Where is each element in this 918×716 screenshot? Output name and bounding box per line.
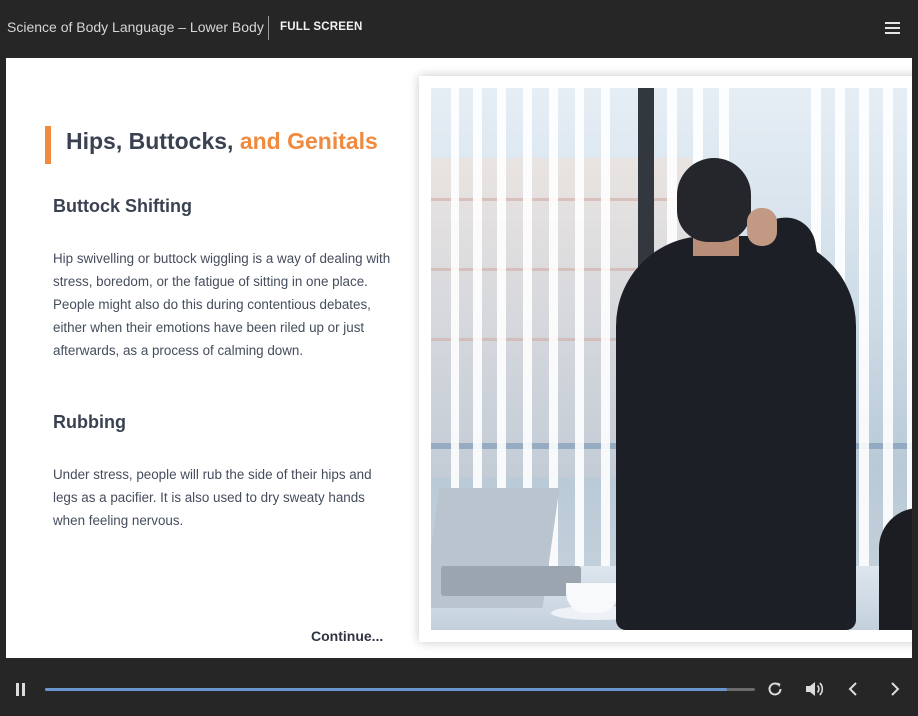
photo-chair <box>879 508 912 630</box>
title-divider <box>268 16 269 40</box>
photo-frame <box>419 76 912 642</box>
chevron-right-icon[interactable] <box>887 680 907 700</box>
section-body-buttock-shifting: Hip swivelling or buttock wiggling is a … <box>53 251 391 358</box>
heading-main: Hips, Buttocks, <box>66 128 240 154</box>
slide-heading: Hips, Buttocks, and Genitals <box>66 128 378 155</box>
section-body-rubbing: Under stress, people will rub the side o… <box>53 467 372 528</box>
continue-link[interactable]: Continue... <box>311 628 383 644</box>
pause-icon[interactable] <box>15 683 27 696</box>
heading-highlight: and Genitals <box>239 128 378 154</box>
fullscreen-button[interactable]: FULL SCREEN <box>280 21 363 33</box>
replay-icon[interactable] <box>766 680 786 700</box>
seek-bar[interactable] <box>45 688 755 691</box>
top-bar: Science of Body Language – Lower Body FU… <box>0 0 918 58</box>
section-title-rubbing: Rubbing <box>53 412 126 432</box>
section-title-buttock-shifting: Buttock Shifting <box>53 196 192 216</box>
heading-accent-bar <box>45 126 51 164</box>
menu-icon[interactable] <box>884 20 902 36</box>
player-controls <box>0 658 918 716</box>
businessman-photo <box>431 88 912 630</box>
chevron-left-icon[interactable] <box>845 680 865 700</box>
seek-progress <box>45 688 727 691</box>
course-title: Science of Body Language – Lower Body <box>7 19 264 35</box>
photo-cup <box>566 583 618 613</box>
slide-content: Hips, Buttocks, and Genitals Buttock Shi… <box>6 58 912 658</box>
photo-man <box>616 236 856 630</box>
volume-icon[interactable] <box>804 680 824 700</box>
